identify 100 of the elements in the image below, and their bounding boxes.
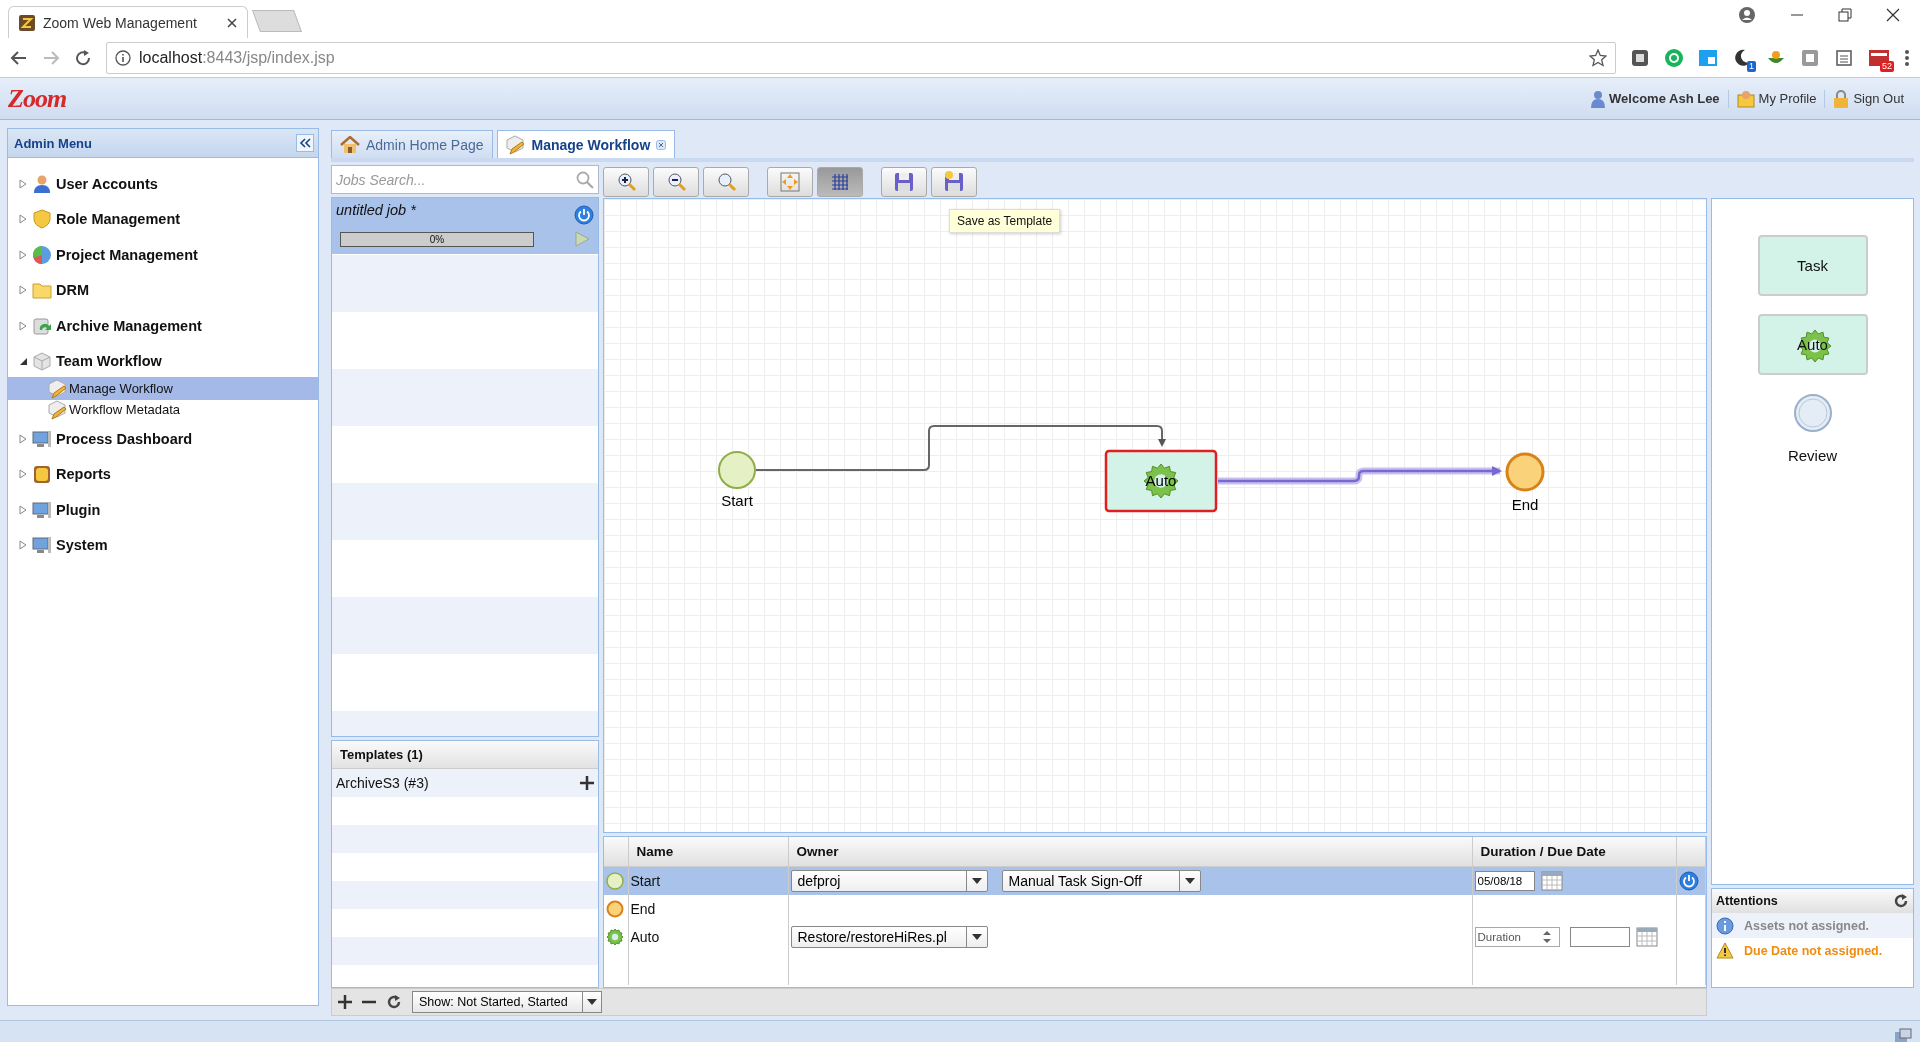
extension-badge: 52: [1880, 60, 1894, 72]
status-icon: [1894, 1028, 1912, 1042]
menu-item[interactable]: Process Dashboard: [8, 421, 318, 457]
header-link[interactable]: My Profile: [1758, 91, 1817, 106]
job-item[interactable]: untitled job * 0%: [332, 198, 598, 254]
info-icon: [115, 49, 131, 66]
zoom-in-button[interactable]: [603, 166, 649, 197]
add-button[interactable]: [338, 995, 352, 1009]
page-tab[interactable]: Manage Workflow: [496, 130, 676, 158]
reload-icon: [74, 48, 92, 67]
power-icon: [1678, 871, 1699, 891]
caret-icon: [971, 878, 982, 884]
submenu-item[interactable]: Workflow Metadata: [8, 398, 318, 421]
table-cell: End: [630, 901, 656, 917]
search-icon: [576, 170, 594, 189]
menu-item[interactable]: DRM: [8, 272, 318, 308]
auto-task-node[interactable]: Auto: [1757, 314, 1868, 375]
add-button[interactable]: [580, 776, 594, 790]
collapsed-arrow-icon: [18, 214, 28, 225]
task-node[interactable]: Task: [1757, 235, 1868, 296]
star-icon: [1589, 48, 1607, 67]
attention-message: Assets not assigned.: [1744, 918, 1870, 933]
app-logo: Zoom: [8, 83, 67, 114]
forward-icon: [42, 48, 60, 67]
filter-dropdown[interactable]: Show: Not Started, Started: [412, 991, 602, 1013]
folder-icon: [32, 280, 52, 301]
header-link[interactable]: Sign Out: [1853, 91, 1904, 106]
action-dropdown[interactable]: Manual Task Sign-Off: [1001, 870, 1201, 892]
menu-item[interactable]: Reports: [8, 456, 318, 492]
jobs-search-field[interactable]: Jobs Search...: [336, 167, 576, 192]
grid-button[interactable]: [817, 166, 863, 197]
refresh-button[interactable]: [1893, 893, 1909, 909]
start-node[interactable]: [718, 451, 756, 489]
extension-icon: [1630, 47, 1650, 68]
auto-task-node[interactable]: [1104, 449, 1218, 513]
archive-icon: [32, 315, 52, 336]
save-button[interactable]: [881, 166, 927, 197]
refresh-icon: [386, 994, 402, 1010]
cube-pencil-icon: [48, 378, 68, 399]
gear-icon: [606, 928, 624, 946]
date-field[interactable]: [1569, 927, 1630, 947]
save-template-button[interactable]: [931, 166, 977, 197]
zoom-out-button[interactable]: [653, 166, 699, 197]
menu-item[interactable]: Team Workflow: [8, 343, 318, 379]
cube-icon: [32, 351, 52, 372]
template-item[interactable]: ArchiveS3 (#3): [336, 775, 429, 791]
connector-arrow[interactable]: [755, 425, 1166, 471]
collapse-button[interactable]: [296, 134, 314, 152]
info-icon: [1716, 916, 1734, 935]
monitor-icon: [32, 428, 52, 449]
owner-dropdown[interactable]: defproj: [790, 870, 988, 892]
calendar-icon: [1540, 870, 1563, 892]
panel-title: Admin Menu: [14, 135, 92, 151]
collapsed-arrow-icon: [18, 178, 28, 189]
cube-pencil-icon: [505, 134, 526, 155]
date-field[interactable]: 05/08/18: [1474, 871, 1535, 891]
column-header[interactable]: Name: [628, 837, 788, 867]
extension-icon: [1664, 47, 1684, 68]
menu-item[interactable]: System: [8, 527, 318, 563]
connector-arrow[interactable]: [1218, 466, 1502, 485]
column-header[interactable]: Duration / Due Date: [1472, 837, 1676, 867]
restore-icon: [1838, 8, 1852, 22]
warning-icon: [1716, 941, 1734, 960]
refresh-icon: [1893, 893, 1909, 909]
menu-item[interactable]: Archive Management: [8, 308, 318, 344]
owner-dropdown[interactable]: Restore/restoreHiRes.pl: [790, 926, 988, 948]
zoom-reset-button[interactable]: [703, 166, 749, 197]
close-icon: [1886, 8, 1900, 22]
attention-message: Due Date not assigned.: [1744, 943, 1883, 958]
menu-item[interactable]: User Accounts: [8, 166, 318, 202]
progress-bar: 0%: [340, 231, 534, 247]
end-node[interactable]: [1505, 452, 1545, 492]
back-icon: [10, 48, 28, 67]
menu-item[interactable]: Project Management: [8, 237, 318, 273]
calendar-icon: [1635, 926, 1658, 948]
column-header[interactable]: Owner: [788, 837, 1472, 867]
clipboard-icon: [32, 464, 52, 485]
table-cell: Auto: [630, 929, 660, 945]
extension-icon: [1698, 47, 1718, 68]
browser-tab[interactable]: Zoom Web Management: [8, 6, 248, 38]
duration-spinner[interactable]: Duration: [1474, 927, 1560, 947]
table-cell: Start: [630, 873, 661, 889]
page-tab[interactable]: Admin Home Page: [331, 130, 493, 158]
submenu-item[interactable]: Manage Workflow: [8, 377, 318, 400]
address-bar[interactable]: localhost:8443/jsp/index.jsp: [106, 41, 1616, 74]
expanded-arrow-icon: [18, 356, 28, 367]
favicon-icon: [19, 14, 35, 31]
monitor-icon: [32, 535, 52, 556]
plus-icon: [338, 995, 352, 1009]
collapsed-arrow-icon: [18, 469, 28, 480]
end-circle-icon: [606, 900, 624, 918]
panel-title: Attentions: [1716, 894, 1778, 908]
person-icon: [1591, 89, 1606, 108]
node-label: Start: [721, 492, 753, 509]
collapsed-arrow-icon: [18, 433, 28, 444]
search-box[interactable]: Jobs Search...: [331, 165, 599, 194]
menu-item[interactable]: Plugin: [8, 492, 318, 528]
refresh-button[interactable]: [386, 994, 402, 1010]
menu-item[interactable]: Role Management: [8, 201, 318, 237]
start-circle-icon: [606, 872, 624, 890]
